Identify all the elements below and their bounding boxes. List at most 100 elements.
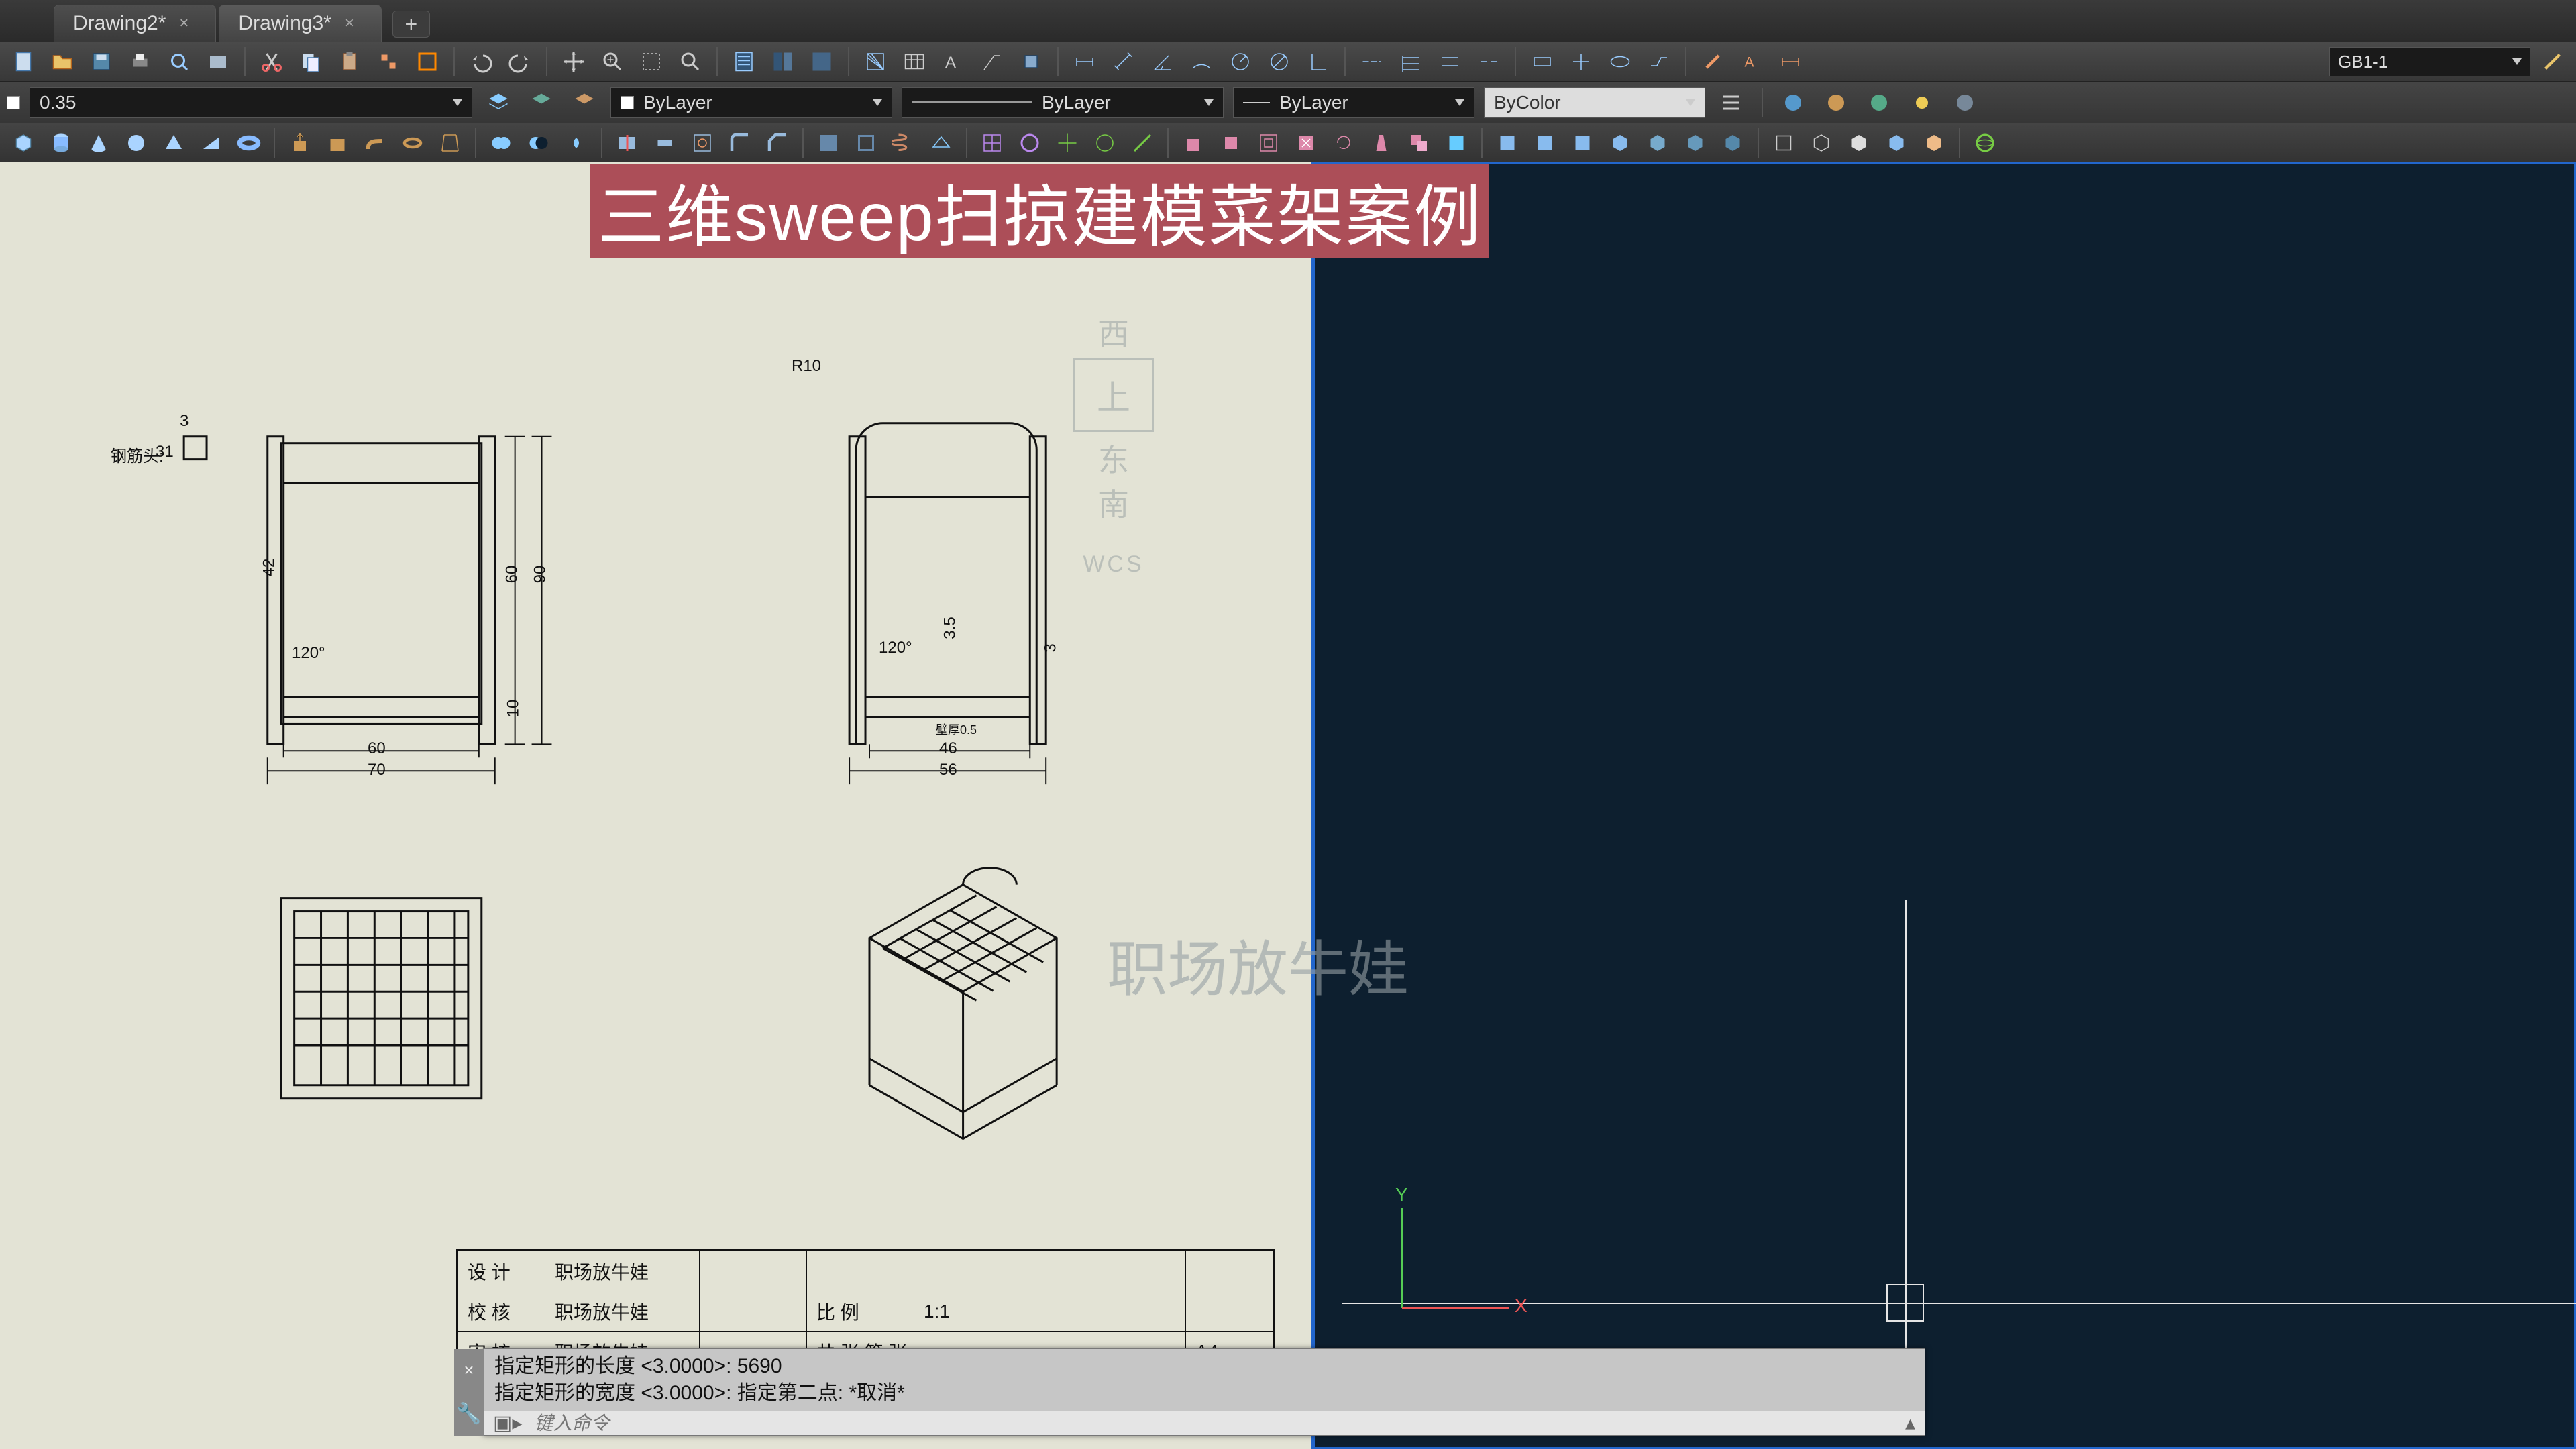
vs-realistic-button[interactable]: [1880, 127, 1913, 159]
update-button[interactable]: [1774, 46, 1807, 78]
viewcube[interactable]: 西 上 东 南 WCS: [1073, 310, 1154, 578]
new-button[interactable]: [7, 46, 40, 78]
copy-button[interactable]: [294, 46, 327, 78]
match-button[interactable]: [372, 46, 405, 78]
hatch-button[interactable]: [859, 46, 892, 78]
loft-button[interactable]: [433, 127, 467, 159]
preview-button[interactable]: [162, 46, 196, 78]
3dalign-button[interactable]: [1126, 127, 1159, 159]
helix-button[interactable]: [887, 127, 920, 159]
presspull-button[interactable]: [321, 127, 354, 159]
dim-diameter-button[interactable]: [1263, 46, 1296, 78]
view-nw-button[interactable]: [1716, 127, 1750, 159]
toolpal-button[interactable]: [805, 46, 839, 78]
dim-linear-button[interactable]: [1068, 46, 1102, 78]
layer-manage-button[interactable]: [482, 87, 515, 119]
slice-button[interactable]: [610, 127, 644, 159]
material-editor-button[interactable]: [1862, 87, 1896, 119]
zoom-previous-button[interactable]: [674, 46, 707, 78]
torus-button[interactable]: [232, 127, 266, 159]
table-button[interactable]: [898, 46, 931, 78]
extrude-button[interactable]: [283, 127, 317, 159]
vs-hidden-button[interactable]: [1842, 127, 1876, 159]
block-ins-button[interactable]: [1014, 46, 1048, 78]
open-button[interactable]: [46, 46, 79, 78]
jog-button[interactable]: [1642, 46, 1676, 78]
layer-prev-button[interactable]: [525, 87, 558, 119]
chamfer-edge-button[interactable]: [761, 127, 794, 159]
cmd-handle[interactable]: × 🔧: [454, 1349, 484, 1436]
imprint-button[interactable]: [686, 127, 719, 159]
dimtedit-button[interactable]: A: [1735, 46, 1768, 78]
face-color-button[interactable]: [1440, 127, 1473, 159]
print-button[interactable]: [123, 46, 157, 78]
chevron-up-icon[interactable]: ▴: [1905, 1411, 1915, 1435]
vs-2dwire-button[interactable]: [1767, 127, 1801, 159]
cut-button[interactable]: [255, 46, 288, 78]
close-icon[interactable]: ×: [345, 14, 354, 33]
face-move-button[interactable]: [1214, 127, 1248, 159]
dimedit-button[interactable]: [1696, 46, 1729, 78]
lineweight2-select[interactable]: ByLayer: [1233, 87, 1474, 118]
3dmove-button[interactable]: [1051, 127, 1084, 159]
tab-drawing2[interactable]: Drawing2* ×: [54, 5, 216, 42]
orbit-button[interactable]: [1968, 127, 2002, 159]
linetype-select[interactable]: ByLayer: [902, 87, 1224, 118]
wrench-icon[interactable]: 🔧: [456, 1402, 481, 1426]
dim-arc-button[interactable]: [1185, 46, 1218, 78]
view-front-button[interactable]: [1528, 127, 1562, 159]
dimstyle-select[interactable]: GB1-1: [2329, 47, 2530, 76]
dim-continue-button[interactable]: [1355, 46, 1389, 78]
plotstyle-select[interactable]: ByColor: [1484, 87, 1705, 118]
flatshot-button[interactable]: [849, 127, 883, 159]
face-delete-button[interactable]: [1289, 127, 1323, 159]
close-icon[interactable]: ×: [464, 1360, 474, 1381]
3drotate-button[interactable]: [1088, 127, 1122, 159]
mesh-box-button[interactable]: [975, 127, 1009, 159]
close-icon[interactable]: ×: [179, 14, 189, 33]
command-line[interactable]: × 🔧 指定矩形的长度 <3.0000>: 5690 指定矩形的宽度 <3.00…: [483, 1348, 1925, 1436]
dim-ordinate-button[interactable]: [1301, 46, 1335, 78]
face-copy-button[interactable]: [1402, 127, 1436, 159]
color-select[interactable]: ByLayer: [610, 87, 892, 118]
dimstyle-button[interactable]: [2536, 46, 2569, 78]
intersect-button[interactable]: [559, 127, 593, 159]
designcenter-button[interactable]: [766, 46, 800, 78]
cylinder-button[interactable]: [44, 127, 78, 159]
smooth-button[interactable]: [1013, 127, 1046, 159]
centermark-button[interactable]: [1564, 46, 1598, 78]
revolve-button[interactable]: [396, 127, 429, 159]
properties-button[interactable]: [727, 46, 761, 78]
face-extrude-button[interactable]: [1177, 127, 1210, 159]
zoom-realtime-button[interactable]: [596, 46, 629, 78]
dim-aligned-button[interactable]: [1107, 46, 1140, 78]
dim-radius-button[interactable]: [1224, 46, 1257, 78]
box-button[interactable]: [7, 127, 40, 159]
sweep-button[interactable]: [358, 127, 392, 159]
subtract-button[interactable]: [522, 127, 555, 159]
inspect-button[interactable]: [1603, 46, 1637, 78]
viewcube-top[interactable]: 上: [1073, 358, 1154, 432]
face-rotate-button[interactable]: [1327, 127, 1360, 159]
render-button[interactable]: [1776, 87, 1810, 119]
face-taper-button[interactable]: [1364, 127, 1398, 159]
view-se-button[interactable]: [1641, 127, 1674, 159]
vs-conceptual-button[interactable]: [1917, 127, 1951, 159]
pyramid-button[interactable]: [157, 127, 191, 159]
dim-angular-button[interactable]: [1146, 46, 1179, 78]
material-browser-button[interactable]: [1819, 87, 1853, 119]
zoom-window-button[interactable]: [635, 46, 668, 78]
mleader-button[interactable]: [975, 46, 1009, 78]
publish-button[interactable]: [201, 46, 235, 78]
save-button[interactable]: [85, 46, 118, 78]
tab-drawing3[interactable]: Drawing3* ×: [219, 5, 381, 42]
command-input[interactable]: [534, 1413, 1893, 1434]
wedge-button[interactable]: [195, 127, 228, 159]
view-top-button[interactable]: [1491, 127, 1524, 159]
vs-wire-button[interactable]: [1805, 127, 1838, 159]
render-env-button[interactable]: [1948, 87, 1982, 119]
layer-state-button[interactable]: [568, 87, 601, 119]
union-button[interactable]: [484, 127, 518, 159]
block-button[interactable]: [411, 46, 444, 78]
fillet-edge-button[interactable]: [723, 127, 757, 159]
